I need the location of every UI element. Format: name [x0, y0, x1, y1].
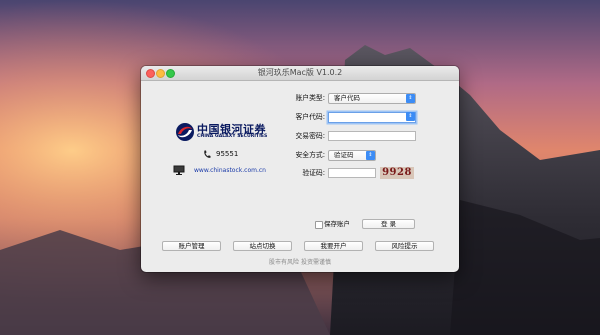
- hotline-number: 95551: [216, 150, 239, 158]
- customer-code-dropdown[interactable]: ⇕: [405, 112, 416, 123]
- site-switch-button[interactable]: 站点切换: [233, 241, 292, 251]
- captcha-field[interactable]: [328, 168, 376, 178]
- customer-code-label: 客户代码:: [295, 113, 325, 121]
- security-mode-value: 验证码: [334, 151, 354, 159]
- account-manage-button[interactable]: 账户管理: [162, 241, 221, 251]
- brand-name-en: CHINA GALAXY SECURITIES: [197, 134, 268, 139]
- select-arrows-icon: ⇕: [406, 94, 415, 103]
- phone-icon: [204, 150, 211, 158]
- select-arrows-icon: ⇕: [366, 151, 375, 160]
- account-type-label: 账户类型:: [295, 94, 325, 102]
- trade-password-label: 交易密码:: [295, 132, 325, 140]
- title-bar[interactable]: 银河玖乐Mac版 V1.0.2: [141, 66, 459, 81]
- captcha-image[interactable]: 9928: [380, 167, 414, 179]
- security-mode-label: 安全方式:: [295, 151, 325, 159]
- risk-warning-footer: 股市有风险 投资需谨慎: [269, 259, 331, 266]
- security-mode-select[interactable]: 验证码 ⇕: [328, 150, 376, 161]
- website-link[interactable]: www.chinastock.com.cn: [194, 167, 266, 175]
- account-type-value: 客户代码: [334, 94, 360, 102]
- galaxy-logo-icon: [176, 123, 194, 141]
- save-account-checkbox[interactable]: [315, 221, 323, 229]
- galaxy-securities-logo: 中国银河证券 CHINA GALAXY SECURITIES: [175, 121, 269, 143]
- customer-code-combobox[interactable]: ⇕: [328, 112, 416, 123]
- login-window: 银河玖乐Mac版 V1.0.2 中国银河证券 CHINA GALAXY SECU…: [141, 66, 459, 272]
- account-type-select[interactable]: 客户代码 ⇕: [328, 93, 416, 104]
- login-button[interactable]: 登 录: [362, 219, 415, 229]
- risk-notice-button[interactable]: 风险提示: [375, 241, 434, 251]
- monitor-icon: [173, 165, 185, 175]
- open-account-button[interactable]: 我要开户: [304, 241, 363, 251]
- combobox-arrows-icon: ⇕: [406, 112, 415, 121]
- window-title: 银河玖乐Mac版 V1.0.2: [257, 68, 343, 77]
- save-account-label: 保存账户: [324, 220, 350, 228]
- captcha-label: 验证码:: [302, 169, 325, 177]
- trade-password-field[interactable]: [328, 131, 416, 141]
